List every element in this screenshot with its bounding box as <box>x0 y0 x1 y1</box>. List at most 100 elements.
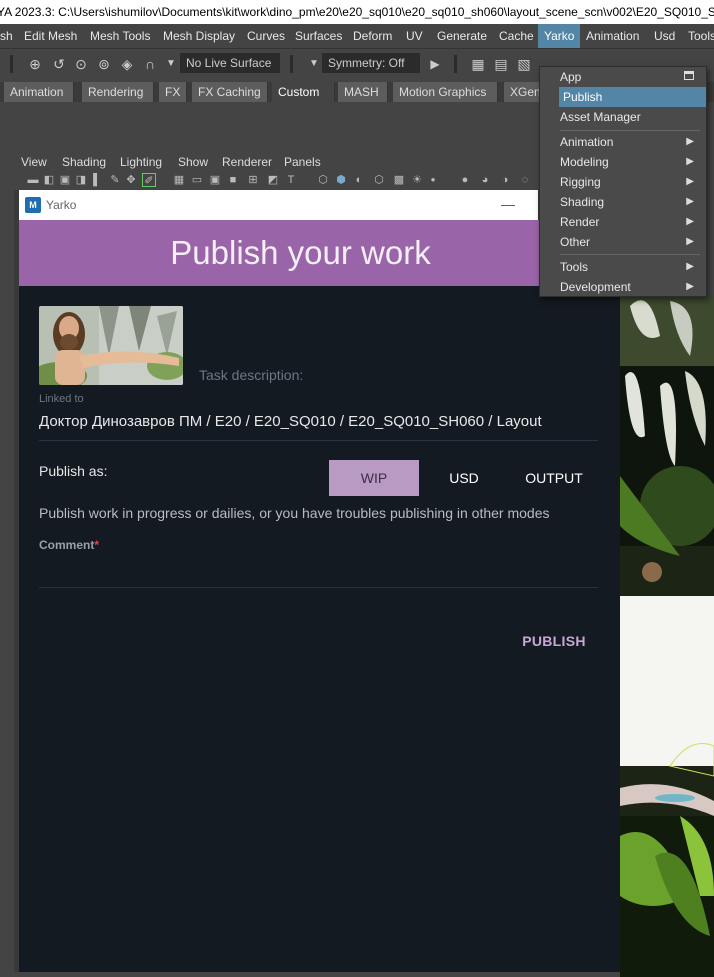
toolbar-separator <box>290 55 293 73</box>
snap-point-icon[interactable]: ⊙ <box>72 55 90 73</box>
main-menubar: sh Edit Mesh Mesh Tools Mesh Display Cur… <box>0 24 714 49</box>
motion-blur-icon[interactable]: ◑ <box>498 173 512 187</box>
pen-icon[interactable]: ✐ <box>142 173 156 187</box>
film-gate-icon[interactable]: ▭ <box>190 173 204 187</box>
chevron-down-icon[interactable]: ▼ <box>162 55 180 73</box>
dropdown-item-render[interactable]: Render ▶ <box>560 212 700 232</box>
shade-wire-icon[interactable]: ◐ <box>352 173 366 187</box>
render-sequence-icon[interactable]: ▤ <box>492 55 510 73</box>
menu-item-surfaces[interactable]: Surfaces <box>295 24 342 48</box>
menu-item-deform[interactable]: Deform <box>353 24 392 48</box>
dropdown-item-rigging[interactable]: Rigging ▶ <box>560 172 700 192</box>
camera-icon[interactable]: ▬ <box>26 173 40 187</box>
smooth-shade-icon[interactable]: ⬢ <box>334 173 348 187</box>
tab-rendering[interactable]: Rendering <box>82 82 154 102</box>
gate-mask-icon[interactable]: ■ <box>226 173 240 187</box>
viewport-menu-panels[interactable]: Panels <box>284 152 321 172</box>
menu-item-mesh-display[interactable]: Mesh Display <box>163 24 235 48</box>
viewport-menu-shading[interactable]: Shading <box>62 152 106 172</box>
snap-view-icon[interactable]: ⊚ <box>95 55 113 73</box>
dropdown-item-tools[interactable]: Tools ▶ <box>560 257 700 277</box>
snap-grid-icon[interactable]: ⊕ <box>26 55 44 73</box>
mode-output-button[interactable]: OUTPUT <box>509 460 599 496</box>
image-plane-icon[interactable]: ◨ <box>74 173 88 187</box>
tab-fx-caching[interactable]: FX Caching <box>192 82 268 102</box>
safe-action-icon[interactable]: ◩ <box>266 173 280 187</box>
antialias-icon[interactable]: ◌ <box>518 173 532 187</box>
render-clapper-icon[interactable]: ▦ <box>469 55 487 73</box>
viewport-menu-lighting[interactable]: Lighting <box>120 152 162 172</box>
tab-mash[interactable]: MASH <box>338 82 388 102</box>
textured-icon[interactable]: ⬡ <box>372 173 386 187</box>
shadows-icon[interactable]: ● <box>458 173 472 187</box>
chevron-right-icon: ▶ <box>686 281 694 292</box>
character-thumbnail-image <box>39 306 183 385</box>
viewport-menu-renderer[interactable]: Renderer <box>222 152 272 172</box>
menu-item-edit-mesh[interactable]: Edit Mesh <box>24 24 77 48</box>
task-description-input[interactable]: Task description: <box>199 367 303 383</box>
live-surface-field[interactable]: No Live Surface <box>180 53 280 73</box>
toolbar-separator <box>454 55 457 73</box>
menu-item-mesh-tools[interactable]: Mesh Tools <box>90 24 150 48</box>
dropdown-item-other[interactable]: Other ▶ <box>560 232 700 252</box>
tab-fx[interactable]: FX <box>159 82 187 102</box>
wireframe-icon[interactable]: ⬡ <box>316 173 330 187</box>
safe-title-icon[interactable]: T <box>284 173 298 187</box>
grid-icon[interactable]: ▦ <box>172 173 186 187</box>
tab-animation[interactable]: Animation <box>4 82 74 102</box>
menu-item-generate[interactable]: Generate <box>437 24 487 48</box>
camera-attr-icon[interactable]: ◧ <box>42 173 56 187</box>
chevron-down-icon[interactable]: ▼ <box>305 55 323 73</box>
dropdown-item-asset-manager[interactable]: Asset Manager <box>560 107 700 127</box>
chevron-right-icon[interactable]: ▶ <box>426 55 444 73</box>
dropdown-item-label: Shading <box>560 195 605 209</box>
ambient-occlusion-icon[interactable]: ◕ <box>478 173 492 187</box>
ipr-render-icon[interactable]: ▧ <box>515 55 533 73</box>
tearoff-icon[interactable] <box>684 71 694 80</box>
comment-input[interactable] <box>39 556 598 586</box>
dropdown-item-animation[interactable]: Animation ▶ <box>560 132 700 152</box>
viewport-menu-show[interactable]: Show <box>178 152 208 172</box>
mode-usd-button[interactable]: USD <box>419 460 509 496</box>
scene-thumbnail[interactable] <box>39 306 183 385</box>
tab-custom[interactable]: Custom <box>272 82 335 102</box>
dialog-title: Yarko <box>46 198 77 212</box>
menu-item-tools[interactable]: Tools <box>688 24 714 48</box>
toolbar-separator <box>10 55 13 73</box>
move-icon[interactable]: ✥ <box>124 173 138 187</box>
menu-item-animation[interactable]: Animation <box>586 24 639 48</box>
dropdown-item-development[interactable]: Development ▶ <box>560 277 700 297</box>
snap-surface-icon[interactable]: ◈ <box>118 55 136 73</box>
tab-motion-graphics[interactable]: Motion Graphics <box>393 82 498 102</box>
menu-item-cache[interactable]: Cache <box>499 24 534 48</box>
snap-magnet-icon[interactable]: ∩ <box>141 55 159 73</box>
flag-icon[interactable]: ▌ <box>90 173 104 187</box>
resolution-gate-icon[interactable]: ▣ <box>208 173 222 187</box>
viewport-toolbar: ▬ ◧ ▣ ◨ ▌ ✎ ✥ ✐ ▦ ▭ ▣ ■ ⊞ ◩ T ⬡ ⬢ ◐ ⬡ ▩ … <box>14 172 622 190</box>
viewport-menu-view[interactable]: View <box>21 152 47 172</box>
publish-as-label: Publish as: <box>39 463 108 479</box>
dropdown-item-modeling[interactable]: Modeling ▶ <box>560 152 700 172</box>
mode-wip-button[interactable]: WIP <box>329 460 419 496</box>
field-chart-icon[interactable]: ⊞ <box>246 173 260 187</box>
minimize-button[interactable]: — <box>501 190 515 218</box>
dialog-title-bar[interactable]: M Yarko — <box>19 190 538 220</box>
symmetry-field[interactable]: Symmetry: Off <box>322 53 420 73</box>
bookmark-icon[interactable]: ▣ <box>58 173 72 187</box>
dropdown-item-shading[interactable]: Shading ▶ <box>560 192 700 212</box>
menu-item-usd[interactable]: Usd <box>654 24 675 48</box>
menu-item-curves[interactable]: Curves <box>247 24 285 48</box>
grease-pencil-icon[interactable]: ✎ <box>108 173 122 187</box>
lights-icon[interactable]: ☀ <box>410 173 424 187</box>
dropdown-item-app[interactable]: App <box>560 67 700 87</box>
scene-viewport-image[interactable] <box>620 296 714 977</box>
dropdown-item-publish[interactable]: Publish <box>559 87 706 107</box>
menu-item-sh[interactable]: sh <box>0 24 13 48</box>
menu-item-uv[interactable]: UV <box>406 24 423 48</box>
publish-button[interactable]: PUBLISH <box>522 628 586 654</box>
dropdown-separator <box>560 254 700 255</box>
checker-icon[interactable]: ▩ <box>392 173 406 187</box>
menu-item-yarko[interactable]: Yarko <box>538 24 581 48</box>
snap-curve-icon[interactable]: ↺ <box>50 55 68 73</box>
tab-xgen[interactable]: XGen <box>504 82 544 102</box>
